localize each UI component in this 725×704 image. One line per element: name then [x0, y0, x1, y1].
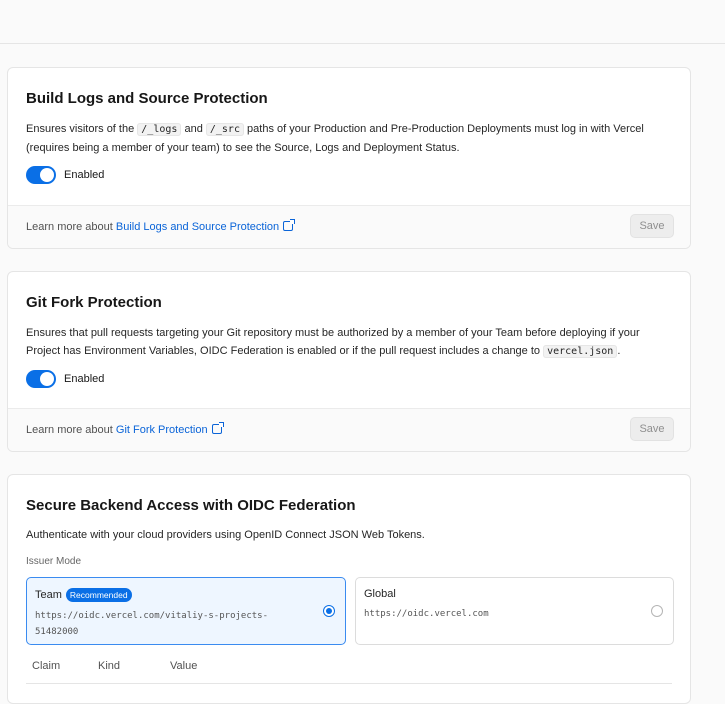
oidc-title: Secure Backend Access with OIDC Federati…	[26, 497, 356, 514]
build-logs-learn-link[interactable]: Build Logs and Source Protection	[116, 221, 279, 233]
toggle-label: Enabled	[64, 169, 105, 181]
save-button[interactable]: Save	[630, 417, 674, 441]
table-header-claim: Claim	[32, 660, 61, 672]
external-link-icon[interactable]	[283, 219, 296, 231]
toggle-knob	[40, 168, 54, 182]
option-url: https://oidc.vercel.com/vitaliy-s-projec…	[35, 611, 268, 637]
desc-text: .	[617, 345, 621, 357]
logs-path-code: /_logs	[137, 123, 182, 136]
build-logs-title: Build Logs and Source Protection	[26, 90, 268, 107]
issuer-option-team[interactable]: Team Recommended https://oidc.vercel.com…	[26, 577, 346, 645]
table-header-value: Value	[170, 660, 198, 672]
option-title-text: Global	[364, 588, 396, 600]
toggle-knob	[40, 372, 54, 386]
issuer-option-global[interactable]: Global https://oidc.vercel.com	[355, 577, 674, 645]
learn-prefix: Learn more about	[26, 221, 116, 233]
save-button[interactable]: Save	[630, 214, 674, 238]
table-header-kind: Kind	[98, 660, 121, 672]
desc-text: Ensures visitors of the	[26, 123, 138, 135]
learn-more-text: Learn more about Build Logs and Source P…	[26, 219, 296, 233]
option-title-text: Team	[35, 589, 62, 601]
src-path-code: /_src	[205, 123, 244, 136]
issuer-mode-label: Issuer Mode	[26, 556, 82, 567]
learn-prefix: Learn more about	[26, 424, 116, 436]
option-title: Global	[364, 588, 665, 600]
recommended-badge: Recommended	[65, 588, 132, 602]
git-fork-title: Git Fork Protection	[26, 294, 162, 311]
toggle-label: Enabled	[64, 373, 105, 385]
oidc-card: Secure Backend Access with OIDC Federati…	[7, 474, 691, 704]
git-fork-description: Ensures that pull requests targeting you…	[26, 324, 671, 361]
option-url: https://oidc.vercel.com	[364, 609, 489, 619]
build-logs-description: Ensures visitors of the /_logs and /_src…	[26, 120, 646, 157]
git-fork-toggle[interactable]	[26, 370, 56, 388]
oidc-description: Authenticate with your cloud providers u…	[26, 529, 425, 541]
option-title: Team Recommended	[35, 588, 337, 602]
top-bar	[0, 0, 725, 44]
external-link-icon[interactable]	[211, 422, 224, 434]
desc-text: and	[181, 123, 206, 135]
git-fork-footer: Learn more about Git Fork Protection Sav…	[8, 408, 690, 451]
table-header-divider	[26, 683, 672, 684]
git-fork-toggle-row: Enabled	[26, 370, 104, 388]
build-logs-toggle-row: Enabled	[26, 166, 104, 184]
build-logs-footer: Learn more about Build Logs and Source P…	[8, 205, 690, 248]
git-fork-card: Git Fork Protection Ensures that pull re…	[7, 271, 691, 452]
learn-more-text: Learn more about Git Fork Protection	[26, 422, 224, 436]
radio-unselected[interactable]	[651, 605, 663, 617]
build-logs-toggle[interactable]	[26, 166, 56, 184]
build-logs-card: Build Logs and Source Protection Ensures…	[7, 67, 691, 249]
git-fork-learn-link[interactable]: Git Fork Protection	[116, 424, 208, 436]
vercel-json-code: vercel.json	[543, 345, 618, 358]
radio-selected[interactable]	[323, 605, 335, 617]
